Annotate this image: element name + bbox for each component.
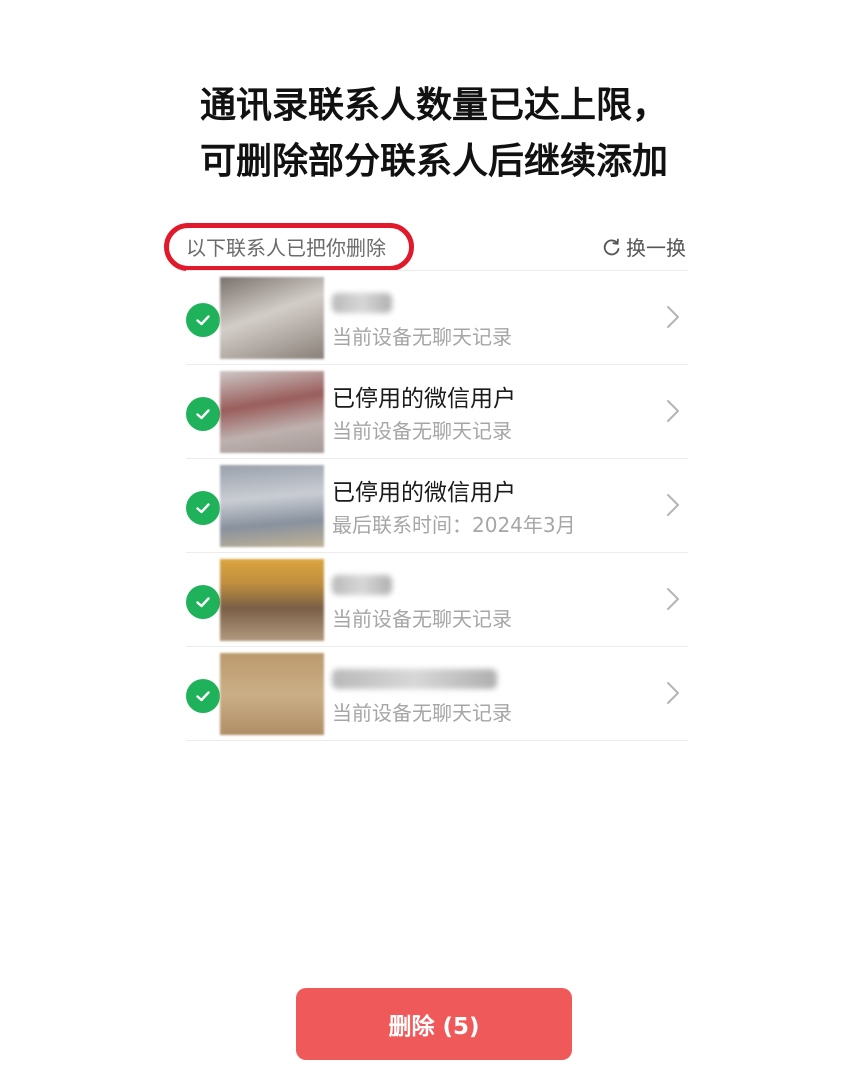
chevron-right-icon xyxy=(666,399,680,427)
avatar xyxy=(220,277,324,359)
contact-name: 已停用的微信用户 xyxy=(332,480,516,506)
contact-row[interactable]: 当前设备无聊天记录 xyxy=(186,646,688,741)
delete-button[interactable]: 删除 (5) xyxy=(296,988,572,1060)
title-line-2: 可删除部分联系人后继续添加 xyxy=(199,141,668,182)
check-circle-icon[interactable] xyxy=(186,679,220,713)
contact-row[interactable]: 已停用的微信用户 最后联系时间：2024年3月 xyxy=(186,458,688,552)
highlight-circle xyxy=(164,223,414,271)
contact-row[interactable]: 当前设备无聊天记录 xyxy=(186,552,688,646)
chevron-right-icon xyxy=(666,587,680,615)
contact-subtitle: 当前设备无聊天记录 xyxy=(332,325,512,349)
refresh-icon xyxy=(602,237,622,257)
contact-row[interactable]: 当前设备无聊天记录 xyxy=(186,270,688,364)
check-circle-icon[interactable] xyxy=(186,491,220,525)
contact-name: 已停用的微信用户 xyxy=(332,386,516,412)
avatar xyxy=(220,653,324,735)
contact-subtitle: 最后联系时间：2024年3月 xyxy=(332,513,576,537)
check-circle-icon[interactable] xyxy=(186,397,220,431)
avatar xyxy=(220,465,324,547)
contact-list: 当前设备无聊天记录 已停用的微信用户 当前设备无聊天记录 已停用的微信用户 最后… xyxy=(186,270,688,741)
contact-name-redacted xyxy=(332,293,392,313)
title-line-1: 通讯录联系人数量已达上限， xyxy=(199,85,668,126)
refresh-label: 换一换 xyxy=(626,236,686,260)
list-header: 以下联系人已把你删除 换一换 xyxy=(164,223,686,271)
contact-row[interactable]: 已停用的微信用户 当前设备无聊天记录 xyxy=(186,364,688,458)
avatar xyxy=(220,371,324,453)
contact-subtitle: 当前设备无聊天记录 xyxy=(332,701,512,725)
avatar xyxy=(220,559,324,641)
contact-name-redacted xyxy=(332,669,497,689)
contact-subtitle: 当前设备无聊天记录 xyxy=(332,419,512,443)
check-circle-icon[interactable] xyxy=(186,303,220,337)
page-title: 通讯录联系人数量已达上限， 可删除部分联系人后继续添加 xyxy=(0,78,868,190)
contact-name-redacted xyxy=(332,575,392,595)
refresh-button[interactable]: 换一换 xyxy=(602,232,686,261)
chevron-right-icon xyxy=(666,305,680,333)
chevron-right-icon xyxy=(666,493,680,521)
chevron-right-icon xyxy=(666,681,680,709)
check-circle-icon[interactable] xyxy=(186,585,220,619)
contact-subtitle: 当前设备无聊天记录 xyxy=(332,607,512,631)
